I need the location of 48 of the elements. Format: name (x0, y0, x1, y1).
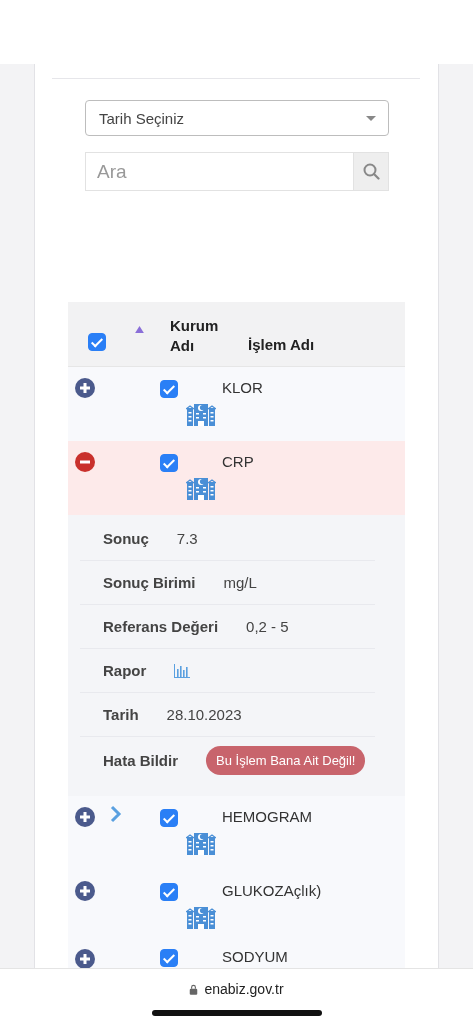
expand-icon[interactable] (75, 949, 95, 968)
table-cell-text: KLOR (222, 378, 263, 398)
chevron-icon[interactable] (110, 805, 122, 823)
detail-label: Tarih (103, 706, 139, 723)
table-row[interactable]: HEMOGRAM (68, 796, 405, 870)
checkbox[interactable] (160, 454, 178, 472)
detail-label: Hata Bildir (103, 751, 178, 769)
bar-chart-icon[interactable] (174, 663, 191, 678)
caret-icon (366, 115, 376, 121)
hospital-icon (186, 905, 216, 931)
url-text[interactable]: enabiz.gov.tr (204, 981, 284, 997)
column-header[interactable]: Kurum Adı (170, 316, 219, 366)
checkbox[interactable] (88, 333, 106, 351)
search-button[interactable] (353, 152, 389, 191)
checkbox[interactable] (160, 883, 178, 901)
detail-label: Rapor (103, 662, 147, 679)
expand-icon[interactable] (75, 378, 95, 398)
hospital-icon (186, 831, 216, 857)
hospital-icon (186, 402, 216, 428)
hospital-icon (186, 476, 216, 502)
column-header[interactable]: İşlem Adı (248, 336, 315, 353)
detail-label: Sonuç (103, 530, 149, 547)
collapse-icon[interactable] (75, 452, 95, 472)
detail-label: Sonuç Birimi (103, 574, 196, 591)
lock-icon (189, 983, 199, 995)
table-cell-text: SODYUM (222, 947, 288, 967)
table-row[interactable]: KLOR (68, 367, 405, 441)
detail-value: 0,2 - 5 (246, 618, 289, 635)
detail-value: 28.10.2023 (166, 706, 242, 723)
table-cell-text: CRP (222, 452, 254, 472)
sort-icon[interactable] (135, 326, 144, 333)
table-cell-text: GLUKOZAçlık) (222, 881, 322, 901)
date-select[interactable]: Tarih Seçiniz (85, 100, 389, 136)
report-error-button[interactable]: Bu İşlem Bana Ait Değil! (206, 745, 366, 775)
detail-value: 7.3 (176, 530, 198, 547)
search-field[interactable]: Ara (85, 152, 353, 191)
table-cell-text: HEMOGRAM (222, 807, 312, 827)
table-row[interactable]: CRP (68, 441, 405, 515)
checkbox[interactable] (160, 380, 178, 398)
table-row[interactable]: GLUKOZAçlık) (68, 870, 405, 944)
checkbox[interactable] (160, 809, 178, 827)
search-icon (362, 163, 380, 180)
detail-value: mg/L (223, 574, 257, 591)
checkbox[interactable] (160, 949, 178, 967)
table-row[interactable]: SODYUM (68, 944, 405, 968)
expand-icon[interactable] (75, 807, 95, 827)
detail-label: Referans Değeri (103, 618, 219, 635)
expand-icon[interactable] (75, 881, 95, 901)
